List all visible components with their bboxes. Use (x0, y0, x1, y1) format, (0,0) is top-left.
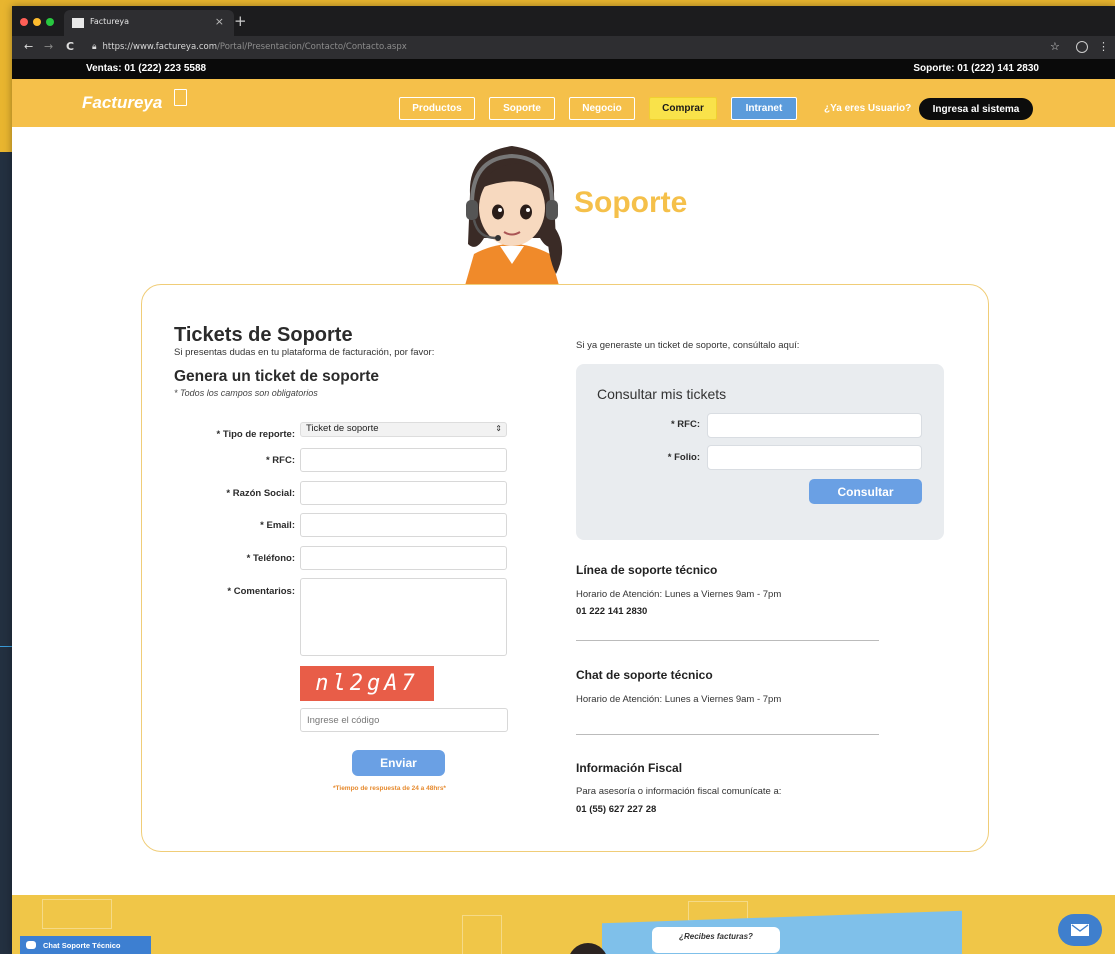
tab-bar: Factureya × + (12, 6, 1115, 36)
chat-support-label: Chat Soporte Técnico (43, 940, 121, 950)
telefono-label: * Teléfono: (246, 553, 295, 564)
url-field[interactable]: 🔒︎ https://www.factureya.com/Portal/Prese… (92, 42, 407, 52)
support-chat-title: Chat de soporte técnico (576, 668, 713, 682)
fiscal-text: Para asesoría o información fiscal comun… (576, 786, 782, 797)
comentarios-textarea[interactable] (300, 578, 507, 656)
support-line-title: Línea de soporte técnico (576, 563, 718, 577)
footer-bubble: ¿Recibes facturas? (652, 927, 780, 953)
back-icon[interactable]: ← (24, 40, 33, 53)
zoom-window-button[interactable] (46, 18, 54, 26)
consult-folio-label: * Folio: (667, 452, 700, 463)
required-note: * Todos los campos son obligatorios (174, 388, 318, 398)
tipo-label: * Tipo de reporte: (216, 429, 295, 440)
reload-icon[interactable]: C (66, 40, 74, 53)
consult-title: Consultar mis tickets (597, 386, 727, 402)
logo-document-icon (174, 89, 187, 106)
email-label: * Email: (260, 520, 295, 531)
extension-icon[interactable] (1076, 41, 1088, 53)
user-question: ¿Ya eres Usuario? (824, 103, 912, 114)
envelope-icon (1071, 924, 1089, 936)
chat-bubble-icon (26, 941, 36, 949)
response-time-note: *Tiempo de respuesta de 24 a 48hrs* (333, 785, 446, 792)
address-bar: ← → C 🔒︎ https://www.factureya.com/Portal… (12, 36, 1115, 59)
tipo-select-value: Ticket de soporte (306, 423, 379, 434)
nav-comprar[interactable]: Comprar (649, 97, 717, 120)
mail-button[interactable] (1058, 914, 1102, 946)
support-phone: Soporte: 01 (222) 141 2830 (913, 63, 1039, 74)
login-button[interactable]: Ingresa al sistema (919, 98, 1033, 120)
footer-decoration (462, 915, 502, 954)
support-chat-hours: Horario de Atención: Lunes a Viernes 9am… (576, 694, 782, 705)
razon-social-label: * Razón Social: (226, 488, 295, 499)
url-domain: https://www.factureya.com (102, 42, 218, 52)
sales-phone: Ventas: 01 (222) 223 5588 (86, 63, 207, 74)
support-line-hours: Horario de Atención: Lunes a Viernes 9am… (576, 589, 782, 600)
rfc-input[interactable] (300, 448, 507, 472)
support-line-phone: 01 222 141 2830 (576, 606, 648, 617)
forward-icon[interactable]: → (44, 40, 53, 53)
rfc-label: * RFC: (265, 455, 295, 466)
lock-icon: 🔒︎ (92, 42, 97, 52)
razon-social-input[interactable] (300, 481, 507, 505)
nav-intranet[interactable]: Intranet (731, 97, 797, 120)
chat-support-button[interactable]: Chat Soporte Técnico (20, 936, 151, 954)
nav-negocio[interactable]: Negocio (569, 97, 635, 120)
contact-strip: Ventas: 01 (222) 223 5588 Soporte: 01 (2… (12, 59, 1115, 79)
tab-title: Factureya (90, 17, 130, 26)
captcha-image: nl2gA7 (300, 666, 434, 701)
page-title: Soporte (574, 186, 688, 219)
tab-close-icon[interactable]: × (215, 15, 224, 28)
comentarios-label: * Comentarios: (227, 586, 295, 597)
submit-button[interactable]: Enviar (352, 750, 445, 776)
close-window-button[interactable] (20, 18, 28, 26)
nav-soporte[interactable]: Soporte (489, 97, 555, 120)
fiscal-phone: 01 (55) 627 227 28 (576, 804, 657, 815)
minimize-window-button[interactable] (33, 18, 41, 26)
bookmark-star-icon[interactable]: ☆ (1050, 40, 1060, 53)
consult-intro: Si ya generaste un ticket de soporte, co… (576, 340, 800, 351)
tickets-title: Tickets de Soporte (174, 324, 353, 346)
divider (576, 640, 879, 641)
site-header: Factureya Productos Soporte Negocio Comp… (12, 79, 1115, 127)
consult-rfc-input[interactable] (707, 413, 922, 438)
new-tab-icon[interactable]: + (234, 12, 247, 30)
browser-tab[interactable]: Factureya × (64, 10, 234, 36)
support-agent-mascot (464, 146, 563, 289)
email-input[interactable] (300, 513, 507, 537)
footer-decoration (42, 899, 112, 929)
tickets-subtitle: Si presentas dudas en tu plataforma de f… (174, 347, 435, 358)
browser-window: Factureya × + ← → C 🔒︎ https://www.factur… (12, 6, 1115, 954)
consult-button[interactable]: Consultar (809, 479, 922, 504)
favicon-icon (72, 18, 84, 28)
nav-productos[interactable]: Productos (399, 97, 475, 120)
consult-folio-input[interactable] (707, 445, 922, 470)
captcha-code-input[interactable]: Ingrese el código (300, 708, 508, 732)
url-path: /Portal/Presentacion/Contacto/Contacto.a… (217, 42, 407, 52)
browser-menu-icon[interactable]: ⋮ (1098, 40, 1109, 53)
site-logo[interactable]: Factureya (82, 93, 162, 113)
telefono-input[interactable] (300, 546, 507, 570)
select-arrows-icon: ⇕ (495, 424, 502, 433)
consult-rfc-label: * RFC: (670, 419, 700, 430)
fiscal-title: Información Fiscal (576, 761, 683, 775)
site-footer: ¿Recibes facturas? (12, 895, 1115, 954)
tipo-select[interactable]: Ticket de soporte ⇕ (300, 422, 507, 437)
ticket-heading: Genera un ticket de soporte (174, 368, 379, 385)
divider (576, 734, 879, 735)
